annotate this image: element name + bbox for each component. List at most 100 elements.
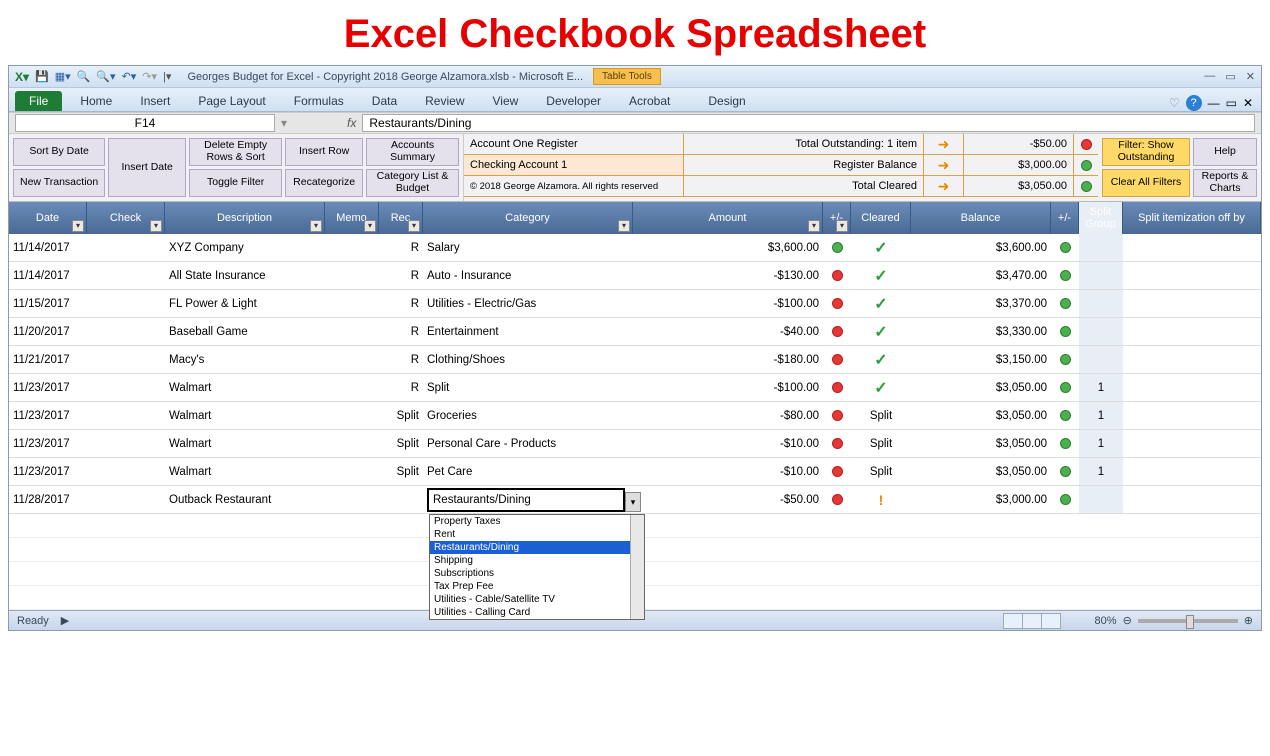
cell-balance[interactable]: $3,050.00 — [911, 402, 1051, 429]
heart-icon[interactable]: ♡ — [1169, 96, 1180, 110]
save-icon[interactable]: 💾 — [35, 70, 49, 83]
cell-split-group[interactable] — [1079, 262, 1123, 289]
cell-memo[interactable] — [325, 486, 379, 513]
cell-category[interactable]: Entertainment — [423, 318, 633, 345]
cell-memo[interactable] — [325, 234, 379, 261]
cell-cleared[interactable]: ✓ — [851, 262, 911, 289]
cell-amount[interactable]: -$180.00 — [633, 346, 823, 373]
tab-formulas[interactable]: Formulas — [280, 91, 358, 111]
dropdown-option[interactable]: Tax Prep Fee — [430, 580, 644, 593]
cell-check[interactable] — [87, 430, 165, 457]
tab-file[interactable]: File — [15, 91, 62, 111]
restore-icon[interactable]: ▭ — [1225, 70, 1235, 83]
view-layout-button[interactable] — [1022, 613, 1042, 629]
inner-close-icon[interactable]: ✕ — [1243, 96, 1253, 110]
accounts-summary-button[interactable]: Accounts Summary — [366, 138, 459, 166]
dropdown-button[interactable]: ▾ — [625, 492, 641, 512]
cell-check[interactable] — [87, 374, 165, 401]
tab-insert[interactable]: Insert — [126, 91, 184, 111]
cell-balance[interactable]: $3,370.00 — [911, 290, 1051, 317]
cell-cleared[interactable]: Split — [851, 430, 911, 457]
cell-cleared[interactable]: ! — [851, 486, 911, 513]
cell-check[interactable] — [87, 262, 165, 289]
cell-date[interactable]: 11/23/2017 — [9, 458, 87, 485]
tab-review[interactable]: Review — [411, 91, 478, 111]
header-balance[interactable]: Balance — [911, 202, 1051, 234]
cell-date[interactable]: 11/20/2017 — [9, 318, 87, 345]
new-transaction-button[interactable]: New Transaction — [13, 169, 105, 197]
insert-row-button[interactable]: Insert Row — [285, 138, 363, 166]
cell-check[interactable] — [87, 458, 165, 485]
cell-memo[interactable] — [325, 290, 379, 317]
header-pm2[interactable]: +/- — [1051, 202, 1079, 234]
dropdown-option[interactable]: Rent — [430, 528, 644, 541]
qat-icon-1[interactable]: ▦▾ — [55, 70, 71, 83]
cell-category[interactable]: Auto - Insurance — [423, 262, 633, 289]
tab-page-layout[interactable]: Page Layout — [184, 91, 279, 111]
table-row[interactable]: 11/15/2017FL Power & LightRUtilities - E… — [9, 290, 1261, 318]
undo-icon[interactable]: ↶▾ — [122, 70, 137, 83]
cell-check[interactable] — [87, 290, 165, 317]
cell-description[interactable]: Walmart — [165, 430, 325, 457]
table-row[interactable]: 11/21/2017Macy'sRClothing/Shoes-$180.00✓… — [9, 346, 1261, 374]
qat-customize-icon[interactable]: |▾ — [163, 70, 171, 83]
scrollbar[interactable] — [630, 515, 644, 619]
cell-rec[interactable]: Split — [379, 402, 423, 429]
binoculars-2-icon[interactable]: 🔍▾ — [96, 70, 115, 83]
cell-description[interactable]: Baseball Game — [165, 318, 325, 345]
view-normal-button[interactable] — [1003, 613, 1023, 629]
cell-category[interactable]: Pet Care — [423, 458, 633, 485]
cell-rec[interactable]: Split — [379, 430, 423, 457]
cell-balance[interactable]: $3,330.00 — [911, 318, 1051, 345]
cell-split-item[interactable] — [1123, 430, 1261, 457]
cell-description[interactable]: Walmart — [165, 402, 325, 429]
cell-balance[interactable]: $3,150.00 — [911, 346, 1051, 373]
cell-split-item[interactable] — [1123, 458, 1261, 485]
cell-date[interactable]: 11/23/2017 — [9, 374, 87, 401]
cell-cleared[interactable]: Split — [851, 402, 911, 429]
cell-split-group[interactable]: 1 — [1079, 430, 1123, 457]
cell-memo[interactable] — [325, 458, 379, 485]
table-tools-tab[interactable]: Table Tools — [593, 68, 661, 85]
table-row[interactable]: 11/14/2017All State InsuranceRAuto - Ins… — [9, 262, 1261, 290]
cell-balance[interactable]: $3,050.00 — [911, 430, 1051, 457]
tab-data[interactable]: Data — [358, 91, 411, 111]
cell-check[interactable] — [87, 346, 165, 373]
dropdown-option[interactable]: Restaurants/Dining — [430, 541, 644, 554]
close-icon[interactable]: ✕ — [1246, 70, 1255, 83]
cell-category[interactable]: Clothing/Shoes — [423, 346, 633, 373]
cell-rec[interactable] — [379, 486, 423, 513]
sort-by-date-button[interactable]: Sort By Date — [13, 138, 105, 166]
cell-split-item[interactable] — [1123, 346, 1261, 373]
category-list-button[interactable]: Category List & Budget — [366, 169, 459, 197]
table-row[interactable]: 11/20/2017Baseball GameREntertainment-$4… — [9, 318, 1261, 346]
inner-restore-icon[interactable]: ▭ — [1226, 96, 1237, 110]
table-row[interactable]: 11/14/2017XYZ CompanyRSalary$3,600.00✓$3… — [9, 234, 1261, 262]
cell-amount[interactable]: -$130.00 — [633, 262, 823, 289]
cell-date[interactable]: 11/14/2017 — [9, 234, 87, 261]
formula-input[interactable]: Restaurants/Dining — [362, 114, 1255, 132]
cell-memo[interactable] — [325, 402, 379, 429]
cell-check[interactable] — [87, 234, 165, 261]
binoculars-icon[interactable]: 🔍 — [77, 70, 91, 83]
filter-dropdown-icon[interactable]: ▾ — [836, 220, 848, 232]
cell-memo[interactable] — [325, 374, 379, 401]
dropdown-option[interactable]: Shipping — [430, 554, 644, 567]
zoom-out-button[interactable]: ⊖ — [1123, 614, 1132, 627]
header-date[interactable]: Date▾ — [9, 202, 87, 234]
cell-category[interactable]: Split — [423, 374, 633, 401]
cell-date[interactable]: 11/23/2017 — [9, 402, 87, 429]
cell-split-item[interactable] — [1123, 374, 1261, 401]
macro-icon[interactable]: ▶ — [61, 614, 69, 627]
zoom-in-button[interactable]: ⊕ — [1244, 614, 1253, 627]
header-split-itemization[interactable]: Split itemization off by — [1123, 202, 1261, 234]
dropdown-option[interactable]: Property Taxes — [430, 515, 644, 528]
cell-rec[interactable]: R — [379, 374, 423, 401]
cell-category[interactable]: Groceries — [423, 402, 633, 429]
cell-category[interactable]: Utilities - Electric/Gas — [423, 290, 633, 317]
header-amount[interactable]: Amount▾ — [633, 202, 823, 234]
table-row[interactable]: 11/23/2017WalmartSplitPet Care-$10.00Spl… — [9, 458, 1261, 486]
cell-balance[interactable]: $3,600.00 — [911, 234, 1051, 261]
cell-amount[interactable]: $3,600.00 — [633, 234, 823, 261]
cell-rec[interactable]: R — [379, 318, 423, 345]
